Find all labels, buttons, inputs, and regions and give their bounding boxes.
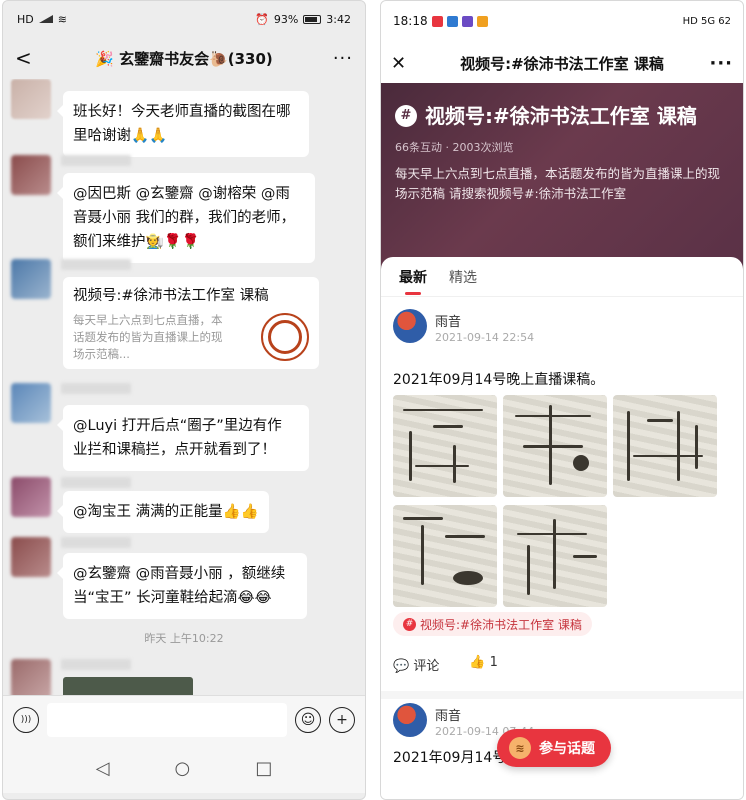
wifi-icon: ≋ — [57, 12, 67, 26]
avatar[interactable] — [11, 155, 51, 195]
avatar[interactable] — [11, 79, 51, 119]
message-bubble[interactable]: @因巴斯 @玄鑒齋 @谢榕荣 @雨 音聂小丽 我们的群，我们的老师， 额们来维护… — [57, 173, 315, 263]
topic-header: ✕ 视频号:#徐沛书法工作室 课稿 ··· — [381, 41, 743, 85]
post-image[interactable] — [503, 395, 607, 497]
sender-name — [61, 383, 131, 394]
tab-featured[interactable]: 精选 — [449, 267, 477, 287]
like-count: 1 — [489, 655, 498, 670]
emoji-icon[interactable]: ☺ — [295, 706, 321, 733]
image-message[interactable] — [63, 677, 193, 695]
card-description: 每天早上六点到七点直播，本话题发布的皆为直播课上的现场示范稿... — [73, 313, 223, 361]
voice-icon[interactable]: ))) — [13, 706, 39, 733]
battery-icon — [303, 14, 322, 24]
hash-icon: # — [403, 617, 416, 631]
more-icon[interactable]: ··· — [703, 53, 733, 74]
clock: 18:18 — [393, 14, 428, 28]
nav-home-icon[interactable]: ○ — [175, 758, 191, 779]
message-bubble[interactable]: 班长好！今天老师直播的截图在哪 里哈谢谢🙏🙏 — [57, 91, 309, 157]
hd-label: HD — [17, 12, 34, 26]
message-bubble[interactable]: @淘宝王 满满的正能量👍👍 — [57, 491, 269, 533]
hash-icon: # — [395, 105, 417, 127]
post-image[interactable] — [503, 505, 607, 607]
avatar[interactable] — [11, 659, 51, 695]
sender-name — [61, 537, 131, 548]
nav-back-icon[interactable]: ◁ — [96, 758, 110, 779]
more-icon[interactable]: ··· — [323, 48, 353, 69]
back-icon[interactable]: < — [15, 46, 45, 70]
status-bar: 18:18 HD 5G 62 — [381, 1, 743, 41]
clock: 3:42 — [326, 12, 351, 26]
like-icon: 👍 — [469, 655, 486, 670]
comment-label: 评论 — [413, 659, 440, 674]
status-right: HD 5G 62 — [682, 15, 731, 27]
sender-name — [61, 155, 131, 166]
message-list[interactable]: 班长好！今天老师直播的截图在哪 里哈谢谢🙏🙏 @因巴斯 @玄鑒齋 @谢榕荣 @雨… — [3, 79, 365, 695]
join-icon: ≋ — [509, 737, 531, 759]
post-author[interactable]: 雨音 — [435, 705, 461, 724]
signal-icon — [38, 15, 53, 23]
post-text: 2021年09月14号 — [393, 750, 507, 766]
system-nav-bar: ◁ ○ □ — [3, 743, 365, 793]
chat-timestamp: 昨天 上午10:22 — [144, 632, 224, 645]
post-date: 2021-09-14 22:54 — [435, 331, 535, 344]
wechat-chat-screen: HD ≋ ⏰ 93% 3:42 < 🎉 玄鑒齋书友会🐌(330) ··· 班长好！今天… — [2, 0, 366, 800]
topic-screen: 18:18 HD 5G 62 ✕ 视频号:#徐沛书法工作室 课稿 ··· # 视频… — [380, 0, 744, 800]
chat-title: 🎉 玄鑒齋书友会🐌(330) — [95, 49, 273, 68]
sender-name — [61, 659, 131, 670]
topic-stats: 66条互动 · 2003次浏览 — [395, 141, 514, 154]
feed-tabs: 最新 精选 — [381, 257, 743, 297]
message-bubble[interactable]: @Luyi 打开后点“圈子”里边有作 业拦和课稿拦，点开就看到了！ — [57, 405, 309, 471]
avatar[interactable] — [393, 703, 427, 737]
like-button[interactable]: 👍 1 — [469, 655, 498, 674]
sender-name — [61, 259, 131, 270]
post-item: 雨音 2021-09-14 22:54 2021年09月14号晚上直播课稿。 #… — [381, 309, 743, 699]
join-topic-label: 参与话题 — [539, 741, 595, 757]
topic-tag-label: 视频号:#徐沛书法工作室 课稿 — [420, 617, 582, 632]
battery-percent: 93% — [273, 12, 299, 26]
post-image[interactable] — [393, 395, 497, 497]
alarm-icon: ⏰ — [255, 12, 269, 26]
topic-hero: # 视频号:#徐沛书法工作室 课稿 66条互动 · 2003次浏览 每天早上六点到… — [381, 83, 743, 269]
post-feed[interactable]: 最新 精选 雨音 2021-09-14 22:54 2021年09月14号晚上直… — [381, 257, 743, 799]
chat-input-bar: ))) ☺ + — [3, 695, 365, 743]
post-author[interactable]: 雨音 — [435, 311, 461, 330]
tab-latest[interactable]: 最新 — [399, 267, 427, 295]
post-divider — [381, 691, 743, 699]
avatar[interactable] — [11, 259, 51, 299]
avatar[interactable] — [11, 537, 51, 577]
sender-name — [61, 477, 131, 488]
message-input[interactable] — [47, 702, 287, 737]
shared-topic-card[interactable]: 视频号:#徐沛书法工作室 课稿 每天早上六点到七点直播，本话题发布的皆为直播课上… — [63, 277, 319, 369]
topic-tag[interactable]: # 视频号:#徐沛书法工作室 课稿 — [393, 612, 592, 636]
post-text: 2021年09月14号晚上直播课稿。 — [393, 372, 605, 388]
close-icon[interactable]: ✕ — [391, 53, 421, 74]
avatar[interactable] — [11, 383, 51, 423]
chat-header: < 🎉 玄鑒齋书友会🐌(330) ··· — [3, 37, 365, 79]
avatar[interactable] — [11, 477, 51, 517]
comment-icon: 💬 — [393, 659, 410, 674]
topic-header-title: 视频号:#徐沛书法工作室 课稿 — [460, 54, 664, 73]
nav-recent-icon[interactable]: □ — [255, 758, 272, 779]
card-title: 视频号:#徐沛书法工作室 课稿 — [73, 288, 269, 304]
post-image[interactable] — [613, 395, 717, 497]
app-notification-icon — [476, 15, 488, 27]
app-notification-icon — [446, 15, 458, 27]
app-notification-icon — [461, 15, 473, 27]
seal-logo — [261, 313, 309, 361]
topic-title: 视频号:#徐沛书法工作室 课稿 — [425, 104, 697, 128]
status-bar: HD ≋ ⏰ 93% 3:42 — [3, 1, 365, 37]
comment-button[interactable]: 💬 评论 — [393, 655, 439, 674]
plus-icon[interactable]: + — [329, 706, 355, 733]
message-bubble[interactable]: @玄鑒齋 @雨音聂小丽 ，额继续 当“宝王” 长河童鞋给起滴😂😂 — [57, 553, 307, 619]
join-topic-button[interactable]: ≋ 参与话题 — [497, 729, 611, 767]
topic-description: 每天早上六点到七点直播，本话题发布的皆为直播课上的现场示范稿 请搜索视频号#:徐… — [395, 166, 721, 201]
app-notification-icon — [431, 15, 443, 27]
post-actions: 💬 评论 👍 1 — [393, 655, 498, 674]
avatar[interactable] — [393, 309, 427, 343]
post-image[interactable] — [393, 505, 497, 607]
